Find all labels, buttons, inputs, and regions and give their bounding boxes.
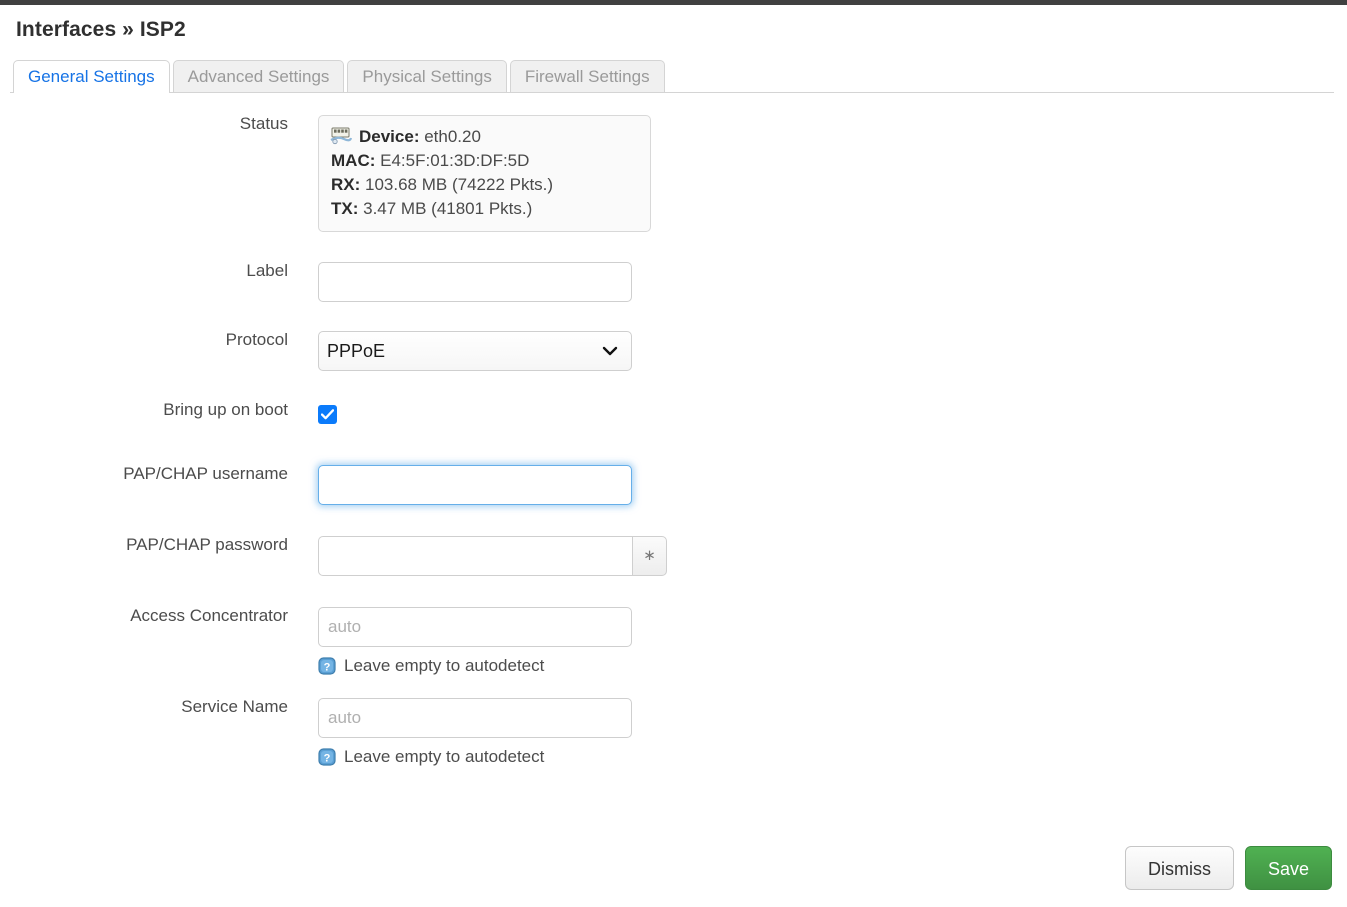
service-name-hint-text: Leave empty to autodetect	[344, 747, 545, 766]
reveal-password-button[interactable]: ∗	[632, 536, 667, 576]
form-row-status: Status Device: eth0.20 MAC: E4:5F:01:3D:…	[0, 115, 1347, 232]
label-field-label: Label	[246, 261, 288, 280]
tab-label: Physical Settings	[362, 67, 492, 86]
status-key-mac: MAC:	[331, 151, 376, 170]
form-row-service-name: Service Name ? Leave empty to autodetect	[0, 698, 1347, 767]
bring-up-on-boot-label: Bring up on boot	[163, 400, 288, 419]
form-row-label: Label	[0, 262, 1347, 302]
bring-up-on-boot-checkbox[interactable]	[318, 405, 337, 424]
svg-text:?: ?	[324, 661, 331, 673]
pap-chap-password-label: PAP/CHAP password	[126, 535, 288, 554]
status-value-mac: E4:5F:01:3D:DF:5D	[380, 151, 530, 170]
status-line-device: Device: eth0.20	[330, 125, 638, 149]
help-question-icon: ?	[318, 657, 336, 675]
access-concentrator-field-wrap: ? Leave empty to autodetect	[318, 607, 1347, 676]
access-concentrator-input[interactable]	[318, 607, 632, 647]
form-action-bar: Dismiss Save	[1124, 846, 1332, 890]
status-key-tx: TX:	[331, 199, 359, 218]
protocol-field-wrap: PPPoE	[318, 331, 1347, 371]
tab-label: Firewall Settings	[524, 67, 650, 86]
status-box: Device: eth0.20 MAC: E4:5F:01:3D:DF:5D R…	[318, 115, 651, 232]
pap-chap-username-input[interactable]	[318, 465, 632, 505]
status-field: Device: eth0.20 MAC: E4:5F:01:3D:DF:5D R…	[318, 115, 1347, 232]
service-name-input[interactable]	[318, 698, 632, 738]
tab-label: Advanced Settings	[187, 67, 330, 86]
status-value-rx: 103.68 MB (74222 Pkts.)	[365, 175, 554, 194]
form-row-pap-chap-username: PAP/CHAP username	[0, 465, 1347, 505]
checkmark-icon	[321, 409, 334, 420]
access-concentrator-hint: ? Leave empty to autodetect	[318, 656, 1347, 676]
tab-general-settings[interactable]: General Settings	[13, 60, 170, 93]
status-value-device: eth0.20	[424, 127, 481, 146]
tab-physical-settings[interactable]: Physical Settings	[347, 60, 507, 92]
access-concentrator-label: Access Concentrator	[130, 606, 288, 625]
pap-chap-password-input[interactable]	[318, 536, 632, 576]
save-button[interactable]: Save	[1244, 846, 1332, 890]
status-line-mac: MAC: E4:5F:01:3D:DF:5D	[331, 149, 638, 173]
status-line-tx: TX: 3.47 MB (41801 Pkts.)	[331, 197, 638, 221]
tab-advanced-settings[interactable]: Advanced Settings	[172, 60, 345, 92]
status-label: Status	[239, 114, 288, 133]
status-key-device: Device:	[359, 127, 420, 146]
tab-firewall-settings[interactable]: Firewall Settings	[509, 60, 665, 92]
label-input[interactable]	[318, 262, 632, 302]
label-field-wrap	[318, 262, 1347, 302]
dismiss-button[interactable]: Dismiss	[1124, 846, 1234, 890]
tab-label: General Settings	[28, 67, 155, 86]
form-row-access-concentrator: Access Concentrator ? Leave empty to aut…	[0, 607, 1347, 676]
status-line-rx: RX: 103.68 MB (74222 Pkts.)	[331, 173, 638, 197]
status-key-rx: RX:	[331, 175, 361, 194]
form-row-bring-up-on-boot: Bring up on boot	[0, 401, 1347, 429]
pap-chap-password-field-wrap: ∗	[318, 536, 1347, 576]
pap-chap-username-label: PAP/CHAP username	[123, 464, 288, 483]
general-settings-form: Status Device: eth0.20 MAC: E4:5F:01:3D:…	[0, 115, 1347, 767]
page-title: Interfaces » ISP2	[16, 18, 186, 41]
tab-bar: General Settings Advanced Settings Physi…	[10, 60, 1334, 93]
access-concentrator-hint-text: Leave empty to autodetect	[344, 656, 545, 675]
service-name-hint: ? Leave empty to autodetect	[318, 747, 1347, 767]
protocol-select[interactable]: PPPoE	[318, 331, 632, 371]
svg-text:?: ?	[324, 752, 331, 764]
service-name-label: Service Name	[181, 697, 288, 716]
form-row-protocol: Protocol PPPoE	[0, 331, 1347, 371]
status-value-tx: 3.47 MB (41801 Pkts.)	[363, 199, 533, 218]
bring-up-on-boot-field	[318, 401, 1347, 429]
protocol-label: Protocol	[225, 330, 288, 349]
network-device-icon	[330, 127, 353, 145]
help-question-icon: ?	[318, 748, 336, 766]
pap-chap-username-field-wrap	[318, 465, 1347, 505]
service-name-field-wrap: ? Leave empty to autodetect	[318, 698, 1347, 767]
form-row-pap-chap-password: PAP/CHAP password ∗	[0, 536, 1347, 576]
page-container: Interfaces » ISP2 General Settings Advan…	[0, 5, 1347, 785]
